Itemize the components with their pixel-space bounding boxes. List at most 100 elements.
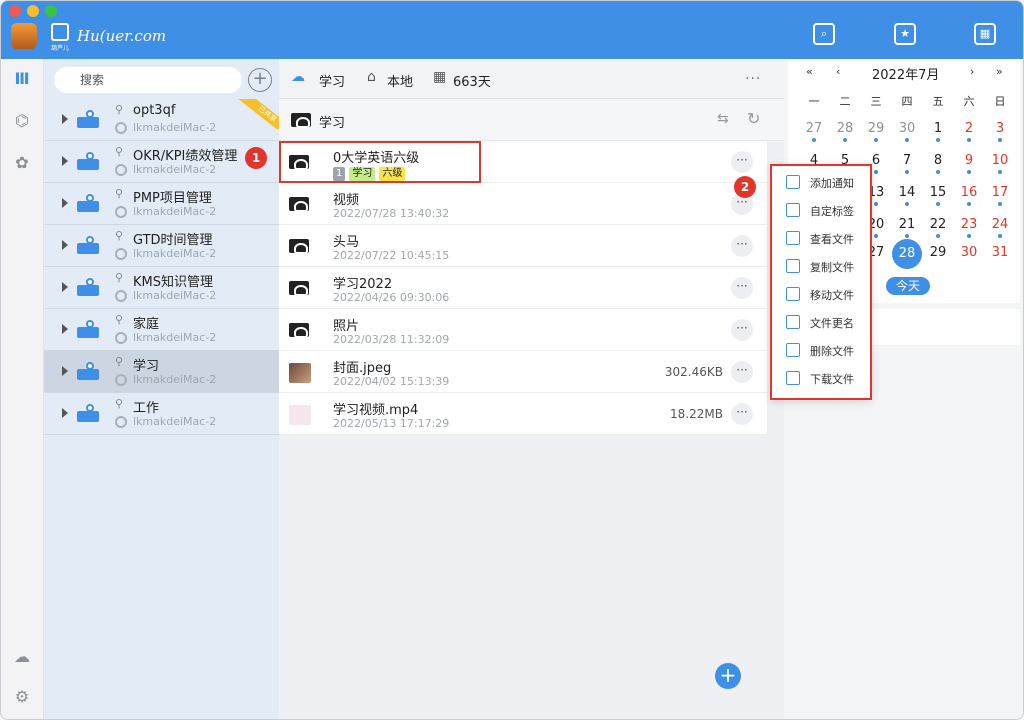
calendar-day[interactable]: 27	[802, 121, 826, 142]
location-label[interactable]: 本地	[387, 71, 413, 90]
workspace-item[interactable]: ⚲ 工作 lkmakdeiMac-2	[44, 393, 279, 435]
next-year-button[interactable]: »	[996, 65, 1003, 78]
calendar-day[interactable]: 7	[895, 153, 919, 174]
user-icon: ⚲	[115, 103, 124, 116]
today-button[interactable]: 今天	[886, 277, 930, 295]
add-workspace-button[interactable]: +	[248, 68, 272, 92]
calendar-day[interactable]: 31	[988, 245, 1012, 260]
minimize-window-button[interactable]	[27, 5, 39, 17]
calendar-day[interactable]: 17	[988, 185, 1012, 206]
image-thumbnail	[289, 363, 311, 383]
expand-arrow-icon[interactable]	[62, 366, 68, 376]
settings-icon[interactable]: ⚙	[10, 685, 34, 709]
calendar-day[interactable]: 29	[926, 245, 950, 260]
refresh-icon[interactable]: ↻	[747, 109, 760, 128]
workspace-item-selected[interactable]: ⚲ 学习 lkmakdeiMac-2	[44, 351, 279, 393]
calendar-day[interactable]: 10	[988, 153, 1012, 174]
calendar-day[interactable]: 21	[895, 217, 919, 238]
file-more-button[interactable]: ···	[731, 235, 753, 257]
calendar-day[interactable]: 28	[833, 121, 857, 142]
calendar-day[interactable]: 9	[957, 153, 981, 174]
apps-icon[interactable]: ✿	[10, 151, 34, 175]
file-row[interactable]: 学习2022 2022/04/26 09:30:06 ···	[279, 267, 767, 309]
expand-arrow-icon[interactable]	[62, 114, 68, 124]
calendar-day[interactable]: 16	[957, 185, 981, 206]
search-input[interactable]: 搜索	[54, 67, 242, 93]
menu-item-rename-file[interactable]: 文件更名	[772, 308, 870, 336]
expand-arrow-icon[interactable]	[62, 240, 68, 250]
workspace-item[interactable]: ⚲ KMS知识管理 lkmakdeiMac-2	[44, 267, 279, 309]
workspace-title[interactable]: 学习	[319, 71, 345, 90]
workspace-item[interactable]: ⚲ GTD时间管理 lkmakdeiMac-2	[44, 225, 279, 267]
calendar-day[interactable]: 22	[926, 217, 950, 238]
menu-item-add-notice[interactable]: 添加通知	[772, 168, 870, 196]
calendar-icon[interactable]: ▦	[974, 23, 996, 45]
zoom-window-button[interactable]	[45, 5, 57, 17]
shared-ribbon: 已共享	[236, 99, 280, 129]
switch-view-icon[interactable]: ⇆	[717, 111, 729, 127]
expand-arrow-icon[interactable]	[62, 282, 68, 292]
calendar-day[interactable]: 8	[926, 153, 950, 174]
brain-icon[interactable]: ⌬	[10, 109, 34, 133]
host-icon	[115, 290, 127, 302]
calendar-days-icon: ▦	[433, 69, 447, 85]
menu-item-download-file[interactable]: 下载文件	[772, 364, 870, 392]
expand-arrow-icon[interactable]	[62, 156, 68, 166]
calendar-day[interactable]: 15	[926, 185, 950, 206]
host-icon	[115, 164, 127, 176]
search-doc-icon[interactable]: ⌕	[813, 23, 835, 45]
cloud-upload-icon[interactable]: ☁	[10, 645, 34, 669]
file-more-button[interactable]: ···	[731, 151, 753, 173]
calendar-today[interactable]: 28	[892, 239, 922, 269]
calendar-day[interactable]: 1	[926, 121, 950, 142]
menu-item-custom-tag[interactable]: 自定标签	[772, 196, 870, 224]
add-file-button[interactable]: +	[715, 663, 741, 689]
calendar-day[interactable]: 30	[957, 245, 981, 260]
user-icon: ⚲	[115, 145, 124, 158]
file-size: 302.46KB	[664, 365, 723, 379]
file-more-button[interactable]: ···	[731, 319, 753, 341]
workspace-icon[interactable]: Ⅲ	[10, 67, 34, 91]
workspace-item[interactable]: ⚲ OKR/KPI绩效管理 lkmakdeiMac-2	[44, 141, 279, 183]
file-more-button[interactable]: ···	[731, 361, 753, 383]
folder-icon	[289, 239, 309, 254]
file-row[interactable]: 照片 2022/03/28 11:32:09 ···	[279, 309, 767, 351]
next-month-button[interactable]: ›	[970, 65, 974, 78]
calendar-day[interactable]: 3	[988, 121, 1012, 142]
file-name: 封面.jpeg	[333, 361, 392, 376]
file-row[interactable]: 封面.jpeg 2022/04/02 15:13:39 302.46KB ···	[279, 351, 767, 393]
app-window: 葫芦儿 Hu(uer.com ⌕ ★ ▦ Ⅲ ⌬ ✿ ☁ ⚙ 搜索 + ⚲ op…	[0, 0, 1024, 720]
app-avatar[interactable]	[11, 23, 37, 49]
calendar-day[interactable]: 24	[988, 217, 1012, 238]
calendar-day[interactable]: 14	[895, 185, 919, 206]
star-badge-icon[interactable]: ★	[894, 23, 916, 45]
close-window-button[interactable]	[9, 5, 21, 17]
prev-year-button[interactable]: «	[806, 65, 813, 78]
file-row[interactable]: 头马 2022/07/22 10:45:15 ···	[279, 225, 767, 267]
folder-open-icon	[291, 113, 311, 128]
menu-item-copy-file[interactable]: 复制文件	[772, 252, 870, 280]
file-more-button[interactable]: ···	[731, 277, 753, 299]
menu-item-view-file[interactable]: 查看文件	[772, 224, 870, 252]
menu-item-move-file[interactable]: 移动文件	[772, 280, 870, 308]
expand-arrow-icon[interactable]	[62, 198, 68, 208]
header-more-button[interactable]: ···	[745, 71, 761, 87]
prev-month-button[interactable]: ‹	[836, 65, 840, 78]
cloud-drive-icon	[77, 362, 99, 380]
menu-item-delete-file[interactable]: 删除文件	[772, 336, 870, 364]
expand-arrow-icon[interactable]	[62, 408, 68, 418]
expand-arrow-icon[interactable]	[62, 324, 68, 334]
file-more-button[interactable]: ···	[731, 403, 753, 425]
file-row[interactable]: 学习视频.mp4 2022/05/13 17:17:29 18.22MB ···	[279, 393, 767, 435]
calendar-day[interactable]: 2	[957, 121, 981, 142]
user-icon: ⚲	[115, 355, 124, 368]
workspace-item[interactable]: ⚲ opt3qf lkmakdeiMac-2 已共享	[44, 99, 280, 141]
file-row[interactable]: 视频 2022/07/28 13:40:32 ···	[279, 183, 767, 225]
workspace-item[interactable]: ⚲ PMP项目管理 lkmakdeiMac-2	[44, 183, 279, 225]
calendar-day[interactable]: 23	[957, 217, 981, 238]
calendar-day[interactable]: 30	[895, 121, 919, 142]
workspace-item[interactable]: ⚲ 家庭 lkmakdeiMac-2	[44, 309, 279, 351]
file-size: 18.22MB	[670, 407, 723, 421]
user-icon: ⚲	[115, 271, 124, 284]
calendar-day[interactable]: 29	[864, 121, 888, 142]
